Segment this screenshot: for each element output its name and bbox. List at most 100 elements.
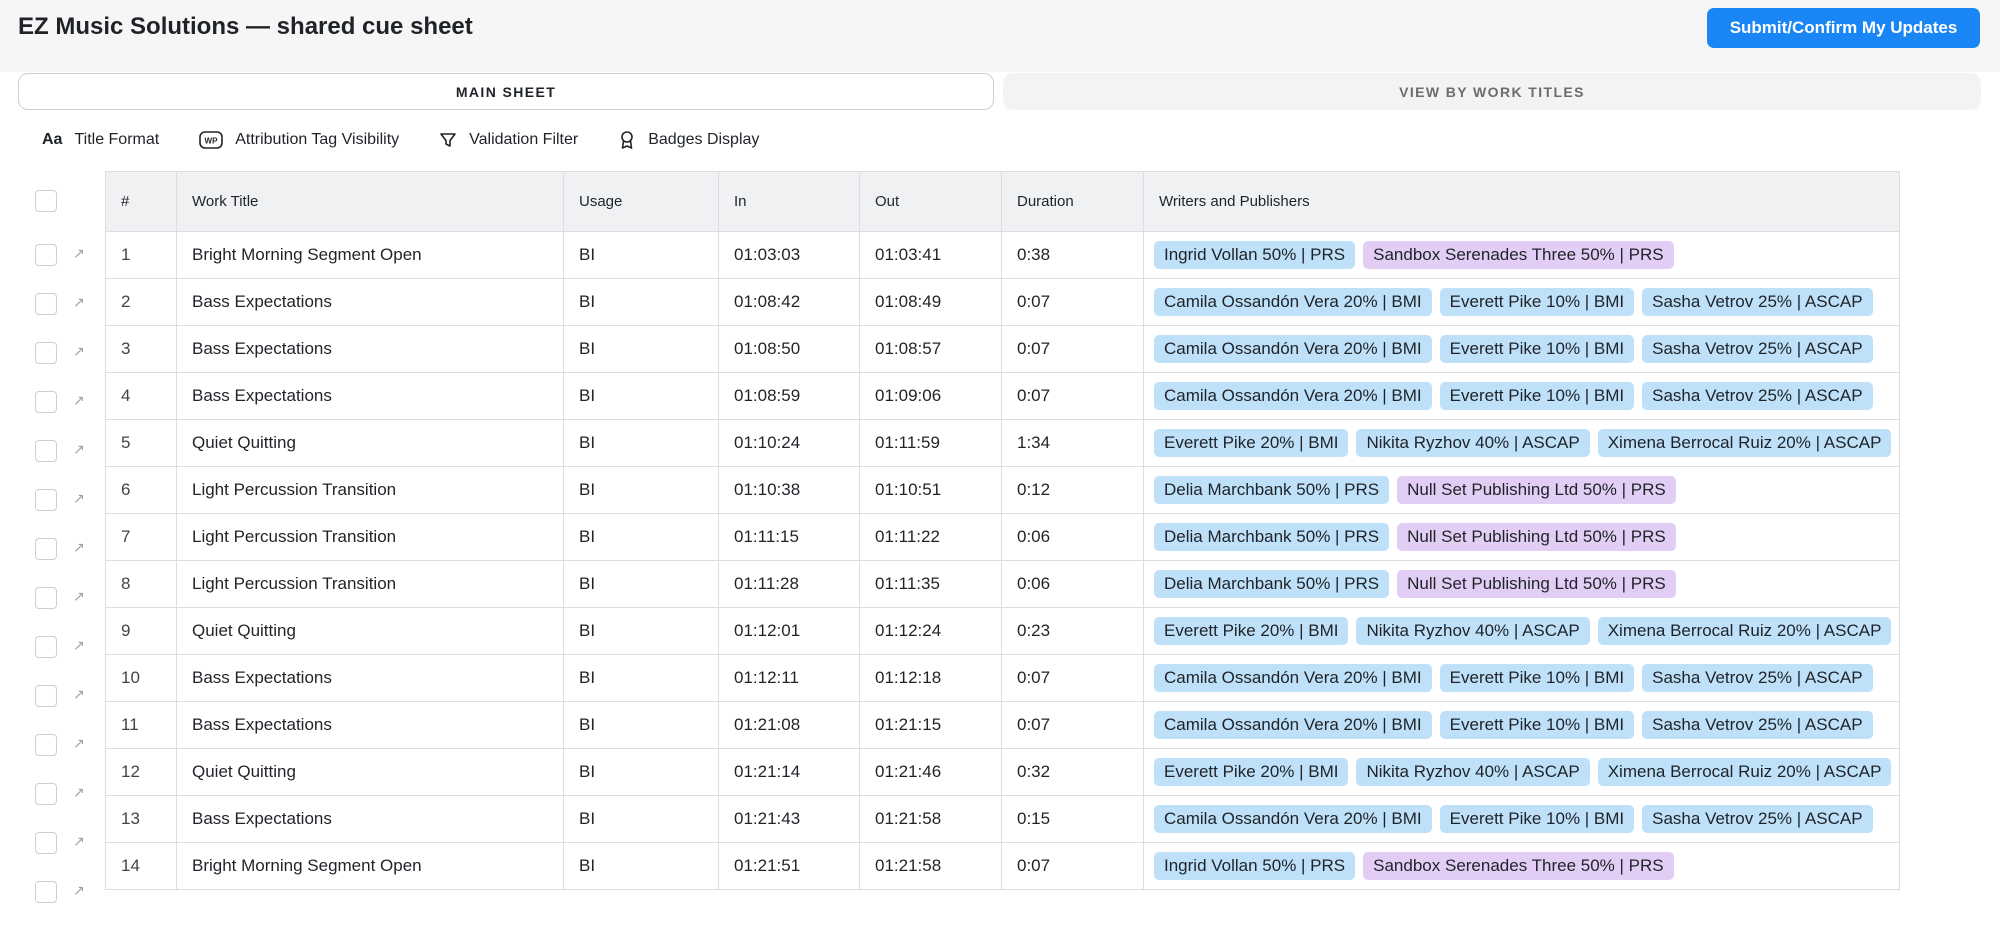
cell-writers-publishers[interactable]: Camila Ossandón Vera 20% | BMI Everett Pi… <box>1142 278 1901 326</box>
cell-duration[interactable]: 0:07 <box>1001 278 1144 326</box>
cell-writers-publishers[interactable]: Delia Marchbank 50% | PRS Null Set Publis… <box>1142 513 1901 561</box>
cell-duration[interactable]: 0:07 <box>1001 842 1144 890</box>
cell-in[interactable]: 01:21:43 <box>718 795 860 843</box>
writer-tag[interactable]: Camila Ossandón Vera 20% | BMI <box>1154 382 1432 410</box>
cell-writers-publishers[interactable]: Camila Ossandón Vera 20% | BMI Everett Pi… <box>1142 654 1901 702</box>
writer-tag[interactable]: Sasha Vetrov 25% | ASCAP <box>1642 664 1873 692</box>
writer-tag[interactable]: Everett Pike 10% | BMI <box>1439 382 1635 410</box>
cell-writers-publishers[interactable]: Camila Ossandón Vera 20% | BMI Everett Pi… <box>1142 701 1901 749</box>
cell-duration[interactable]: 1:34 <box>1001 419 1144 467</box>
cell-usage[interactable]: BI <box>563 701 719 749</box>
row-checkbox[interactable] <box>35 489 57 511</box>
cell-duration[interactable]: 0:07 <box>1001 325 1144 373</box>
cell-in[interactable]: 01:08:50 <box>718 325 860 373</box>
cell-number[interactable]: 2 <box>105 278 177 326</box>
writer-tag[interactable]: Camila Ossandón Vera 20% | BMI <box>1154 664 1432 692</box>
row-checkbox[interactable] <box>35 685 57 707</box>
writer-tag[interactable]: Sasha Vetrov 25% | ASCAP <box>1642 382 1873 410</box>
cell-writers-publishers[interactable]: Everett Pike 20% | BMI Nikita Ryzhov 40% … <box>1142 748 1901 796</box>
writer-tag[interactable]: Sasha Vetrov 25% | ASCAP <box>1642 335 1873 363</box>
cell-number[interactable]: 11 <box>105 701 177 749</box>
writer-tag[interactable]: Everett Pike 20% | BMI <box>1154 758 1349 786</box>
cell-in[interactable]: 01:21:14 <box>718 748 860 796</box>
row-checkbox[interactable] <box>35 881 57 903</box>
writer-tag[interactable]: Camila Ossandón Vera 20% | BMI <box>1154 335 1432 363</box>
attribution-tag-visibility-button[interactable]: WP Attribution Tag Visibility <box>199 131 399 149</box>
publisher-tag[interactable]: Sandbox Serenades Three 50% | PRS <box>1363 852 1674 880</box>
row-checkbox[interactable] <box>35 636 57 658</box>
cell-in[interactable]: 01:08:42 <box>718 278 860 326</box>
writer-tag[interactable]: Delia Marchbank 50% | PRS <box>1154 523 1390 551</box>
select-all-checkbox[interactable] <box>35 190 57 212</box>
publisher-tag[interactable]: Null Set Publishing Ltd 50% | PRS <box>1397 523 1676 551</box>
cell-writers-publishers[interactable]: Ingrid Vollan 50% | PRS Sandbox Serenades… <box>1142 231 1901 279</box>
cell-out[interactable]: 01:21:15 <box>859 701 1002 749</box>
validation-filter-button[interactable]: Validation Filter <box>439 131 578 149</box>
cell-duration[interactable]: 0:15 <box>1001 795 1144 843</box>
row-checkbox[interactable] <box>35 342 57 364</box>
cell-out[interactable]: 01:12:24 <box>859 607 1002 655</box>
table-row[interactable]: 14 Bright Morning Segment Open BI 01:21:51 0… <box>105 842 1901 890</box>
cell-in[interactable]: 01:12:01 <box>718 607 860 655</box>
cell-number[interactable]: 1 <box>105 231 177 279</box>
row-checkbox[interactable] <box>35 391 57 413</box>
expand-row-icon[interactable]: ↗ <box>73 588 85 605</box>
cell-number[interactable]: 14 <box>105 842 177 890</box>
header-work-title[interactable]: Work Title <box>176 171 564 232</box>
cell-number[interactable]: 8 <box>105 560 177 608</box>
cell-usage[interactable]: BI <box>563 325 719 373</box>
cell-work-title[interactable]: Bass Expectations <box>176 325 564 373</box>
cell-duration[interactable]: 0:12 <box>1001 466 1144 514</box>
cell-usage[interactable]: BI <box>563 372 719 420</box>
cell-usage[interactable]: BI <box>563 513 719 561</box>
row-checkbox[interactable] <box>35 293 57 315</box>
cell-in[interactable]: 01:10:24 <box>718 419 860 467</box>
table-row[interactable]: 8 Light Percussion Transition BI 01:11:28 01… <box>105 560 1901 608</box>
writer-tag[interactable]: Everett Pike 10% | BMI <box>1439 805 1635 833</box>
cell-out[interactable]: 01:21:58 <box>859 795 1002 843</box>
expand-row-icon[interactable]: ↗ <box>73 343 85 360</box>
expand-row-icon[interactable]: ↗ <box>73 686 85 703</box>
header-in[interactable]: In <box>718 171 860 232</box>
table-row[interactable]: 2 Bass Expectations BI 01:08:42 01:08:49 0:07… <box>105 278 1901 326</box>
cell-in[interactable]: 01:08:59 <box>718 372 860 420</box>
cell-work-title[interactable]: Quiet Quitting <box>176 419 564 467</box>
cell-duration[interactable]: 0:23 <box>1001 607 1144 655</box>
cell-in[interactable]: 01:11:15 <box>718 513 860 561</box>
expand-row-icon[interactable]: ↗ <box>73 392 85 409</box>
cell-in[interactable]: 01:12:11 <box>718 654 860 702</box>
cell-out[interactable]: 01:03:41 <box>859 231 1002 279</box>
cell-work-title[interactable]: Bright Morning Segment Open <box>176 842 564 890</box>
writer-tag[interactable]: Delia Marchbank 50% | PRS <box>1154 476 1390 504</box>
tab-main-sheet[interactable]: MAIN SHEET <box>18 73 994 110</box>
row-checkbox[interactable] <box>35 538 57 560</box>
table-row[interactable]: 12 Quiet Quitting BI 01:21:14 01:21:46 0:32 Ev… <box>105 748 1901 796</box>
tab-view-by-work-titles[interactable]: VIEW BY WORK TITLES <box>1003 73 1981 110</box>
cell-work-title[interactable]: Bass Expectations <box>176 654 564 702</box>
cell-in[interactable]: 01:03:03 <box>718 231 860 279</box>
cell-out[interactable]: 01:12:18 <box>859 654 1002 702</box>
cell-work-title[interactable]: Light Percussion Transition <box>176 560 564 608</box>
cell-work-title[interactable]: Bass Expectations <box>176 701 564 749</box>
title-format-button[interactable]: Aa Title Format <box>42 131 159 149</box>
cell-writers-publishers[interactable]: Everett Pike 20% | BMI Nikita Ryzhov 40% … <box>1142 607 1901 655</box>
cell-out[interactable]: 01:11:59 <box>859 419 1002 467</box>
cell-work-title[interactable]: Bright Morning Segment Open <box>176 231 564 279</box>
publisher-tag[interactable]: Null Set Publishing Ltd 50% | PRS <box>1397 476 1676 504</box>
cell-work-title[interactable]: Light Percussion Transition <box>176 513 564 561</box>
cell-number[interactable]: 9 <box>105 607 177 655</box>
cell-out[interactable]: 01:09:06 <box>859 372 1002 420</box>
table-row[interactable]: 1 Bright Morning Segment Open BI 01:03:03 01… <box>105 231 1901 279</box>
cell-usage[interactable]: BI <box>563 278 719 326</box>
writer-tag[interactable]: Camila Ossandón Vera 20% | BMI <box>1154 288 1432 316</box>
row-checkbox[interactable] <box>35 440 57 462</box>
cell-duration[interactable]: 0:38 <box>1001 231 1144 279</box>
expand-row-icon[interactable]: ↗ <box>73 539 85 556</box>
row-checkbox[interactable] <box>35 587 57 609</box>
expand-row-icon[interactable]: ↗ <box>73 245 85 262</box>
table-row[interactable]: 4 Bass Expectations BI 01:08:59 01:09:06 0:07… <box>105 372 1901 420</box>
cell-out[interactable]: 01:21:46 <box>859 748 1002 796</box>
cell-out[interactable]: 01:08:49 <box>859 278 1002 326</box>
cell-out[interactable]: 01:11:35 <box>859 560 1002 608</box>
cell-work-title[interactable]: Bass Expectations <box>176 372 564 420</box>
